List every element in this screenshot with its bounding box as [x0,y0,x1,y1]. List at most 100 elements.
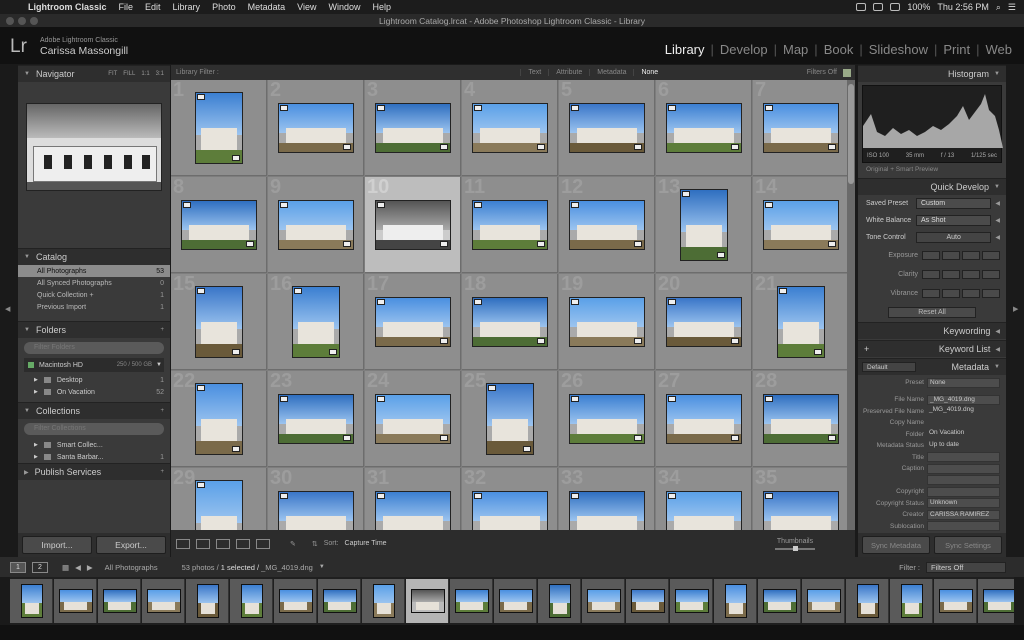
zoom-1-1[interactable]: 1:1 [141,71,149,77]
photo-thumbnail[interactable] [195,92,243,164]
metadata-badge-icon[interactable] [280,202,288,208]
menu-list-icon[interactable]: ☰ [1008,2,1016,13]
grid-cell[interactable]: 27 [656,370,752,467]
develop-badge-icon[interactable] [537,338,545,344]
filter-metadata[interactable]: Metadata [589,69,633,76]
develop-badge-icon[interactable] [440,435,448,441]
grid-icon[interactable]: ▦ [62,563,69,572]
metadata-badge-icon[interactable] [571,105,579,111]
develop-badge-icon[interactable] [717,252,725,258]
filmstrip-thumbnail[interactable] [58,589,93,613]
grid-cell[interactable]: 25 [462,370,558,467]
grid-view-icon[interactable] [176,538,190,549]
filmstrip-cell[interactable] [450,579,493,623]
filter-attribute[interactable]: Attribute [548,69,589,76]
filmstrip-cell[interactable] [142,579,185,623]
filmstrip-thumbnail[interactable] [454,589,489,613]
grid-cell[interactable]: 28 [753,370,847,467]
metadata-badge-icon[interactable] [294,288,302,294]
filmstrip-thumbnail[interactable] [240,584,263,618]
photo-thumbnail[interactable] [486,383,534,455]
metadata-badge-icon[interactable] [668,299,676,305]
develop-badge-icon[interactable] [828,435,836,441]
filmstrip-cell[interactable] [406,579,449,623]
auto-tone-button[interactable]: Auto [916,232,992,243]
filmstrip-thumbnail[interactable] [938,589,973,613]
grid-cell[interactable]: 33 [559,467,655,530]
filmstrip-thumbnail[interactable] [724,584,747,618]
lock-icon[interactable] [843,68,851,77]
zoom-fit[interactable]: FIT [108,71,117,77]
menu-metadata[interactable]: Metadata [242,2,292,12]
filmstrip-cell[interactable] [626,579,669,623]
folder-item[interactable]: ▶ Desktop 1 [18,374,170,386]
clarity-up[interactable] [962,270,980,279]
filmstrip-thumbnail[interactable] [410,589,445,613]
expand-icon[interactable]: ◀ [995,217,1000,224]
scrollbar-thumb[interactable] [848,84,854,184]
photo-thumbnail[interactable] [777,286,825,358]
grid-cell[interactable]: 6 [656,80,752,176]
photo-thumbnail[interactable] [666,491,742,530]
battery-percent[interactable]: 100% [907,2,930,12]
grid-cell[interactable]: 7 [753,80,847,176]
navigator-preview[interactable] [26,103,162,191]
metadata-badge-icon[interactable] [488,385,496,391]
disclosure-icon[interactable]: ▶ [34,454,38,460]
grid-cell[interactable]: 22 [171,370,267,467]
filmstrip-thumbnail[interactable] [322,589,357,613]
catalog-item[interactable]: All Photographs 53 [18,265,170,277]
metadata-badge-icon[interactable] [668,493,676,499]
filmstrip-cell[interactable] [978,579,1014,623]
develop-badge-icon[interactable] [634,241,642,247]
filmstrip-thumbnail[interactable] [146,589,181,613]
metadata-value[interactable] [927,452,1000,463]
grid-cell[interactable]: 16 [268,273,364,370]
publish-services-header[interactable]: ▶ Publish Services + [18,463,170,480]
metadata-header[interactable]: Default Metadata ▼ [858,358,1006,375]
filmstrip-cell[interactable] [230,579,273,623]
grid-cell[interactable]: 10 [365,176,461,273]
filmstrip-thumbnail[interactable] [982,589,1014,613]
grid-cell[interactable]: 24 [365,370,461,467]
minimize-button[interactable] [18,17,26,25]
filmstrip-cell[interactable] [538,579,581,623]
module-library[interactable]: Library [659,42,711,57]
grid-cell[interactable]: 35 [753,467,847,530]
histogram-header[interactable]: Histogram ▼ [858,65,1006,82]
exposure-up[interactable] [962,251,980,260]
filmstrip-thumbnail[interactable] [548,584,571,618]
collection-item[interactable]: ▶ Smart Collec... [18,439,170,451]
add-folder-icon[interactable]: + [160,327,164,333]
catalog-item[interactable]: All Synced Photographs 0 [18,277,170,289]
photo-thumbnail[interactable] [763,491,839,530]
right-panel-toggle-icon[interactable]: ▶ [1013,305,1018,313]
grid-cell[interactable]: 15 [171,273,267,370]
sort-direction-icon[interactable]: ⇅ [312,540,318,548]
metadata-badge-icon[interactable] [280,396,288,402]
photo-thumbnail[interactable] [292,286,340,358]
metadata-badge-icon[interactable] [571,396,579,402]
main-window-button[interactable]: 1 [10,561,26,573]
grid-cell[interactable]: 14 [753,176,847,273]
vibrance-down[interactable] [942,289,960,298]
develop-badge-icon[interactable] [537,144,545,150]
metadata-badge-icon[interactable] [571,493,579,499]
filmstrip-thumbnail[interactable] [102,589,137,613]
grid-cell[interactable]: 23 [268,370,364,467]
chevron-down-icon[interactable]: ▼ [319,564,325,570]
source-label[interactable]: All Photographs [105,563,158,572]
develop-badge-icon[interactable] [634,144,642,150]
metadata-badge-icon[interactable] [377,493,385,499]
photo-thumbnail[interactable] [472,491,548,530]
filter-none[interactable]: None [633,69,665,76]
loupe-view-icon[interactable] [196,538,210,549]
metadata-preset-select[interactable]: None [927,377,1000,388]
grid-cell[interactable]: 11 [462,176,558,273]
saved-preset-select[interactable]: Custom [916,198,992,209]
filmstrip-cell[interactable] [890,579,933,623]
add-keyword-icon[interactable]: + [864,344,869,354]
grid-cell[interactable]: 26 [559,370,655,467]
catalog-item[interactable]: Previous Import 1 [18,301,170,313]
grid-cell[interactable]: 34 [656,467,752,530]
